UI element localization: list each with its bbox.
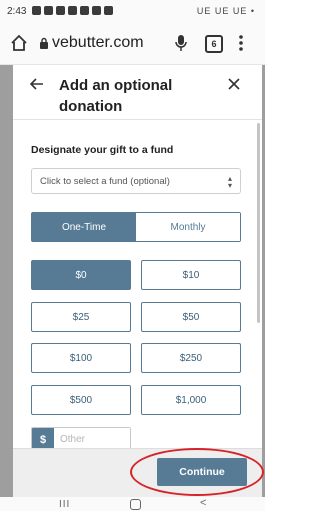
select-arrows-icon: ▴ ▾ [227, 174, 232, 190]
monthly-button[interactable]: Monthly [136, 213, 240, 241]
donation-modal: Add an optional donation Designate your … [13, 65, 262, 498]
amount-button-10[interactable]: $10 [141, 260, 241, 290]
browser-toolbar: vebutter.com 6 [0, 24, 265, 65]
lock-icon [40, 37, 48, 49]
amount-button-250[interactable]: $250 [141, 343, 241, 373]
recent-apps-icon[interactable]: III [59, 499, 70, 510]
modal-header: Add an optional donation [13, 65, 262, 120]
notification-icon [32, 6, 41, 15]
home-button-icon[interactable] [130, 499, 141, 510]
home-icon[interactable] [10, 34, 28, 52]
back-icon[interactable]: < [200, 497, 206, 509]
notification-icon [80, 6, 89, 15]
close-icon[interactable] [227, 77, 241, 91]
notification-icons [32, 6, 113, 15]
frequency-toggle: One-Time Monthly [31, 212, 241, 242]
tabs-count-button[interactable]: 6 [205, 35, 223, 53]
notification-icon [104, 6, 113, 15]
status-time: 2:43 [7, 6, 27, 17]
scrollbar[interactable] [257, 123, 260, 323]
modal-title: Add an optional donation [59, 77, 173, 115]
notification-icon [44, 6, 53, 15]
system-nav-bar: III < [0, 497, 265, 511]
amount-button-1000[interactable]: $1,000 [141, 385, 241, 415]
notification-icon [92, 6, 101, 15]
amount-button-50[interactable]: $50 [141, 302, 241, 332]
fund-select-placeholder: Click to select a fund (optional) [40, 176, 170, 187]
backdrop-right [262, 65, 265, 497]
back-arrow-icon[interactable] [29, 76, 45, 92]
amount-button-25[interactable]: $25 [31, 302, 131, 332]
continue-button[interactable]: Continue [157, 458, 247, 486]
notification-icon [68, 6, 77, 15]
url-bar[interactable]: vebutter.com [52, 34, 144, 52]
notification-icon [56, 6, 65, 15]
fund-select[interactable]: Click to select a fund (optional) ▴ ▾ [31, 168, 241, 194]
one-time-button[interactable]: One-Time [32, 213, 136, 241]
amount-button-0[interactable]: $0 [31, 260, 131, 290]
microphone-icon[interactable] [174, 34, 188, 52]
backdrop-left [0, 65, 13, 497]
modal-footer: Continue [13, 448, 262, 498]
overflow-menu-icon[interactable] [238, 33, 244, 53]
status-right-text: UE UE UE • [196, 6, 255, 16]
other-amount-input[interactable] [56, 428, 130, 450]
status-bar: 2:43 UE UE UE • [0, 0, 265, 24]
amount-button-100[interactable]: $100 [31, 343, 131, 373]
fund-label: Designate your gift to a fund [31, 144, 174, 156]
amount-button-500[interactable]: $500 [31, 385, 131, 415]
